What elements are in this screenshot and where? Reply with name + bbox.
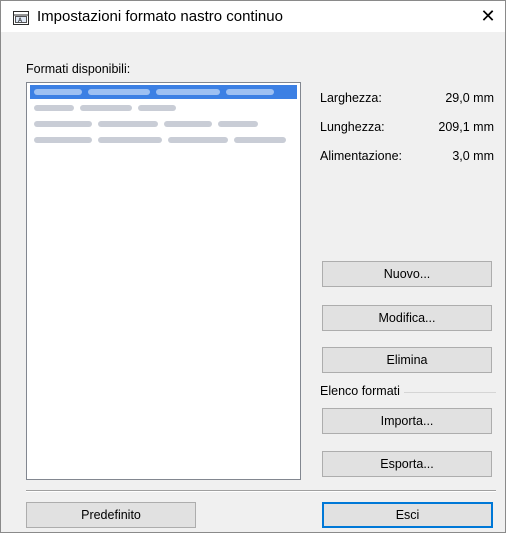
format-list-group-label: Elenco formati [320, 384, 404, 398]
formats-label: Formati disponibili: [26, 62, 131, 76]
obscured-text [156, 89, 220, 95]
export-button[interactable]: Esporta... [322, 451, 492, 477]
tape-format-icon: A [13, 11, 29, 25]
width-label: Larghezza: [320, 91, 382, 105]
feed-value: 3,0 mm [452, 149, 494, 163]
width-value: 29,0 mm [445, 91, 494, 105]
obscured-text [98, 137, 162, 143]
obscured-text [138, 105, 176, 111]
close-icon: ✕ [480, 6, 496, 26]
obscured-text [98, 121, 158, 127]
edit-button[interactable]: Modifica... [322, 305, 492, 331]
format-item[interactable] [30, 101, 297, 115]
import-button[interactable]: Importa... [322, 408, 492, 434]
obscured-text [34, 121, 92, 127]
default-button[interactable]: Predefinito [26, 502, 196, 528]
format-item[interactable] [30, 133, 297, 147]
obscured-text [88, 89, 150, 95]
obscured-text [34, 105, 74, 111]
window-title: Impostazioni formato nastro continuo [37, 8, 283, 25]
length-value: 209,1 mm [438, 120, 494, 134]
title-bar: A Impostazioni formato nastro continuo ✕ [1, 1, 505, 32]
format-item[interactable] [30, 117, 297, 131]
obscured-text [34, 137, 92, 143]
bottom-separator-highlight [26, 491, 496, 492]
obscured-text [168, 137, 228, 143]
format-item-selected[interactable] [30, 85, 297, 99]
delete-button[interactable]: Elimina [322, 347, 492, 373]
obscured-text [164, 121, 212, 127]
feed-label: Alimentazione: [320, 149, 402, 163]
exit-button[interactable]: Esci [322, 502, 493, 528]
close-button[interactable]: ✕ [471, 1, 505, 32]
tape-format-dialog: A Impostazioni formato nastro continuo ✕… [0, 0, 506, 533]
length-label: Lunghezza: [320, 120, 385, 134]
obscured-text [34, 89, 82, 95]
obscured-text [234, 137, 286, 143]
formats-listbox[interactable] [26, 82, 301, 480]
obscured-text [226, 89, 274, 95]
obscured-text [80, 105, 132, 111]
obscured-text [218, 121, 258, 127]
new-button[interactable]: Nuovo... [322, 261, 492, 287]
